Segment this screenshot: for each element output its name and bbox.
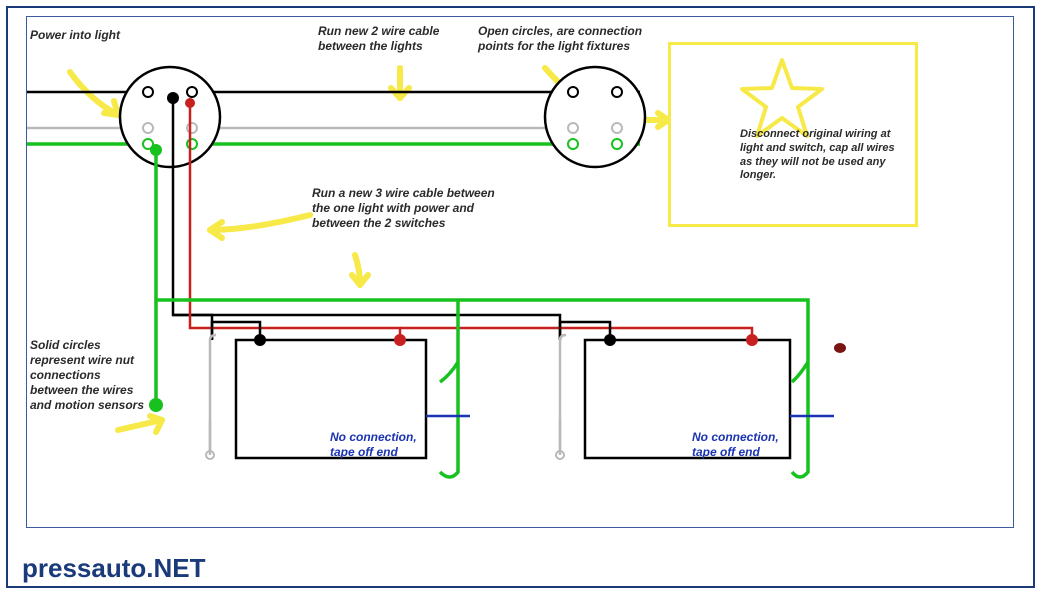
label-power-into-light: Power into light [30, 28, 140, 43]
label-disconnect-note: Disconnect original wiring at light and … [740, 128, 900, 183]
label-open-circles: Open circles, are connection points for … [478, 24, 648, 54]
label-solid-circles: Solid circles represent wire nut connect… [30, 338, 150, 413]
label-no-connection-left: No connection, tape off end [330, 430, 430, 460]
label-no-connection-right: No connection, tape off end [692, 430, 792, 460]
label-run-3wire: Run a new 3 wire cable between the one l… [312, 186, 512, 231]
watermark: pressauto.NET [22, 553, 206, 584]
label-run-2wire: Run new 2 wire cable between the lights [318, 24, 478, 54]
